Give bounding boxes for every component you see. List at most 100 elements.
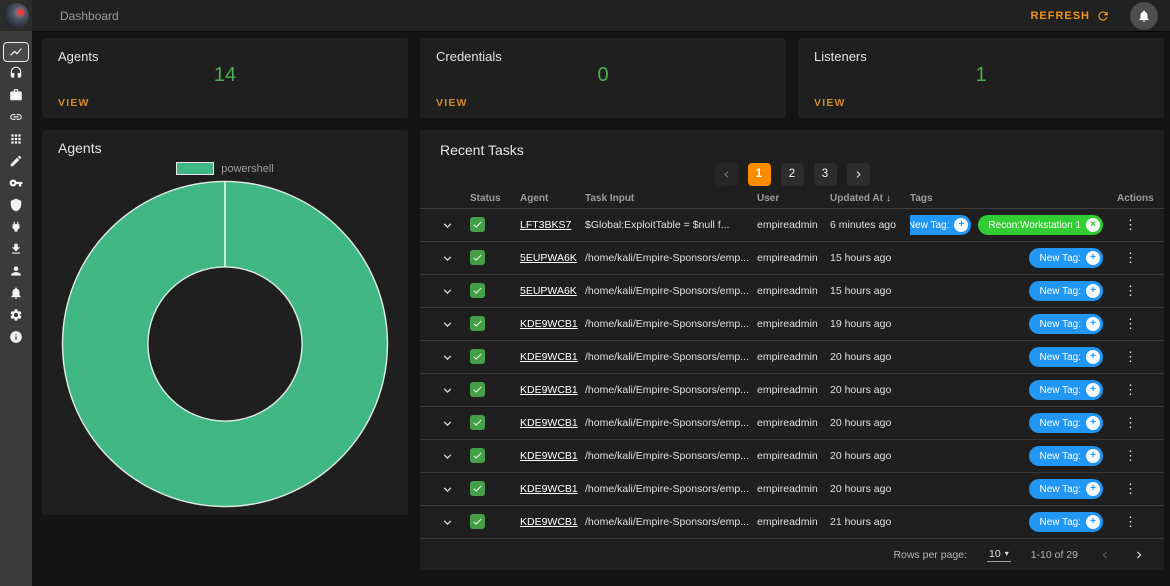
tag-chip[interactable]: Recon:Workstation 1× [978,215,1103,235]
status-checkbox[interactable] [470,217,485,232]
tag-chip[interactable]: New Tag:+ [910,215,971,235]
sidebar-item-credentials[interactable] [3,172,29,194]
expand-row-button[interactable] [440,317,455,332]
pagination-next-button[interactable] [847,163,870,186]
logo-box[interactable] [0,0,32,31]
expand-row-button[interactable] [440,251,455,266]
expand-row-button[interactable] [440,482,455,497]
sidebar-item-settings[interactable] [3,304,29,326]
plus-circle-icon[interactable]: + [1086,317,1100,331]
tag-chip[interactable]: New Tag:+ [1029,512,1103,532]
agent-link[interactable]: KDE9WCB1 [520,417,585,429]
expand-row-button[interactable] [440,449,455,464]
sidebar-item-plugins[interactable] [3,150,29,172]
sidebar-item-plugins-power[interactable] [3,216,29,238]
footer-next-button[interactable] [1132,548,1146,562]
status-checkbox[interactable] [470,415,485,430]
plus-circle-icon[interactable]: + [1086,515,1100,529]
expand-row-button[interactable] [440,284,455,299]
col-status[interactable]: Status [470,193,520,204]
expand-row-button[interactable] [440,515,455,530]
tag-chip[interactable]: New Tag:+ [1029,347,1103,367]
sidebar-item-users[interactable] [3,260,29,282]
agent-link[interactable]: KDE9WCB1 [520,516,585,528]
pagination-prev-button[interactable] [715,163,738,186]
status-checkbox[interactable] [470,250,485,265]
row-actions-menu-button[interactable]: ⋮ [1117,448,1144,464]
expand-row-button[interactable] [440,350,455,365]
refresh-button[interactable]: REFRESH [1030,9,1110,23]
col-task-input[interactable]: Task Input [585,193,757,204]
view-agents-button[interactable]: VIEW [58,97,90,109]
pagination-page-3[interactable]: 3 [814,163,837,186]
status-checkbox[interactable] [470,283,485,298]
plus-circle-icon[interactable]: + [1086,416,1100,430]
tag-chip-label: New Tag: [1039,286,1081,297]
footer-prev-button[interactable] [1098,548,1112,562]
agent-link[interactable]: KDE9WCB1 [520,351,585,363]
sidebar-item-listeners[interactable] [3,62,29,84]
agent-link[interactable]: 5EUPWA6K [520,285,585,297]
status-checkbox[interactable] [470,514,485,529]
chart-legend[interactable]: powershell [58,162,392,175]
tag-chip[interactable]: New Tag: + [1029,281,1103,301]
row-actions-menu-button[interactable]: ⋮ [1117,316,1144,332]
sidebar-item-security[interactable] [3,194,29,216]
row-actions-menu-button[interactable]: ⋮ [1117,481,1144,497]
plus-circle-icon[interactable]: + [1086,284,1100,298]
plus-circle-icon[interactable]: + [1086,383,1100,397]
stat-value: 14 [42,64,408,87]
col-agent[interactable]: Agent [520,193,585,204]
view-credentials-button[interactable]: VIEW [436,97,468,109]
plus-circle-icon[interactable]: + [1086,251,1100,265]
notifications-button[interactable] [1130,2,1158,30]
agent-link[interactable]: LFT3BKS7 [520,219,585,231]
row-actions-menu-button[interactable]: ⋮ [1117,349,1144,365]
plus-circle-icon[interactable]: + [954,218,968,232]
plus-circle-icon[interactable]: + [1086,350,1100,364]
tag-chip[interactable]: New Tag:+ [1029,380,1103,400]
row-actions-menu-button[interactable]: ⋮ [1117,217,1144,233]
col-tags[interactable]: Tags [910,193,1117,204]
sidebar-item-about[interactable] [3,326,29,348]
rows-per-page-select[interactable]: 10 ▾ [987,548,1011,562]
view-listeners-button[interactable]: VIEW [814,97,846,109]
expand-row-button[interactable] [440,383,455,398]
task-tags: New Tag:+ [910,248,1117,268]
sidebar-item-dashboard[interactable] [3,42,29,62]
pagination-page-1[interactable]: 1 [748,163,771,186]
tag-chip[interactable]: New Tag:+ [1029,248,1103,268]
tag-chip[interactable]: New Tag:+ [1029,479,1103,499]
expand-row-button[interactable] [440,218,455,233]
close-circle-icon[interactable]: × [1086,218,1100,232]
sidebar-item-downloads[interactable] [3,238,29,260]
pagination-page-2[interactable]: 2 [781,163,804,186]
status-checkbox[interactable] [470,448,485,463]
agent-link[interactable]: KDE9WCB1 [520,384,585,396]
sidebar-item-notifications[interactable] [3,282,29,304]
row-actions-menu-button[interactable]: ⋮ [1117,415,1144,431]
col-user[interactable]: User [757,193,830,204]
tag-chip[interactable]: New Tag:+ [1029,446,1103,466]
row-actions-menu-button[interactable]: ⋮ [1117,250,1144,266]
plus-circle-icon[interactable]: + [1086,482,1100,496]
col-updated-at[interactable]: Updated At↓ [830,193,910,204]
status-checkbox[interactable] [470,349,485,364]
tag-chip[interactable]: New Tag:+ [1029,314,1103,334]
status-checkbox[interactable] [470,481,485,496]
sidebar-item-stagers[interactable] [3,84,29,106]
status-checkbox[interactable] [470,382,485,397]
row-actions-menu-button[interactable]: ⋮ [1117,514,1144,530]
agent-link[interactable]: KDE9WCB1 [520,450,585,462]
tag-chip[interactable]: New Tag:+ [1029,413,1103,433]
sidebar-item-agents[interactable] [3,106,29,128]
agent-link[interactable]: KDE9WCB1 [520,483,585,495]
agent-link[interactable]: KDE9WCB1 [520,318,585,330]
plus-circle-icon[interactable]: + [1086,449,1100,463]
sidebar-item-modules[interactable] [3,128,29,150]
agent-link[interactable]: 5EUPWA6K [520,252,585,264]
expand-row-button[interactable] [440,416,455,431]
row-actions-menu-button[interactable]: ⋮ [1117,283,1144,299]
row-actions-menu-button[interactable]: ⋮ [1117,382,1144,398]
status-checkbox[interactable] [470,316,485,331]
